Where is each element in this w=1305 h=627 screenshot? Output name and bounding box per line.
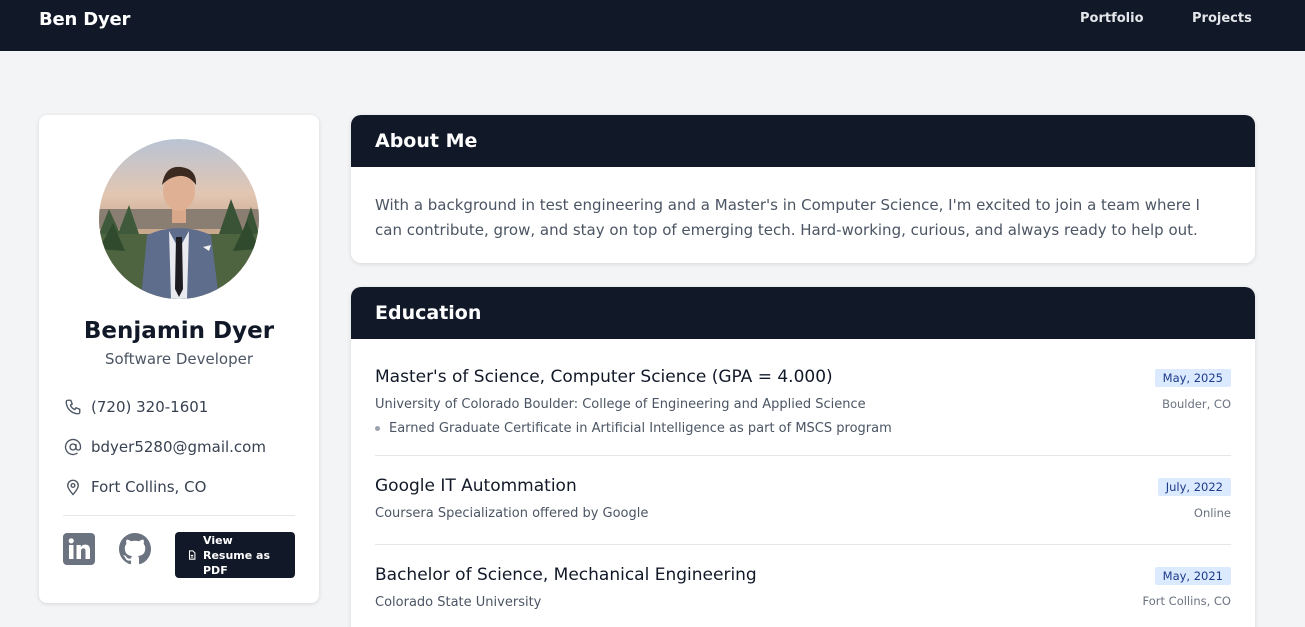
bullet-icon xyxy=(375,426,380,431)
avatar xyxy=(99,139,259,299)
education-date-badge: May, 2025 xyxy=(1154,369,1231,387)
education-degree: Google IT Autommation xyxy=(375,476,577,496)
location-text: Fort Collins, CO xyxy=(91,478,207,496)
profile-card: Benjamin Dyer Software Developer (720) 3… xyxy=(39,115,319,603)
profile-name: Benjamin Dyer xyxy=(83,318,275,344)
about-heading: About Me xyxy=(351,115,1255,167)
top-nav: Ben Dyer Portfolio Projects xyxy=(0,0,1305,51)
education-degree: Master's of Science, Computer Science (G… xyxy=(375,367,833,387)
education-school: University of Colorado Boulder: College … xyxy=(375,397,866,412)
about-text: With a background in test engineering an… xyxy=(375,196,1200,239)
education-note-text: Earned Graduate Certificate in Artificia… xyxy=(389,421,892,436)
education-date-badge: July, 2022 xyxy=(1157,478,1231,496)
education-item: Bachelor of Science, Mechanical Engineer… xyxy=(375,545,1231,627)
file-icon xyxy=(187,550,197,560)
phone-text: (720) 320-1601 xyxy=(91,398,209,416)
education-heading: Education xyxy=(351,287,1255,339)
view-resume-label: View Resume as PDF xyxy=(203,533,271,577)
about-section: About Me With a background in test engin… xyxy=(351,115,1255,263)
profile-title: Software Developer xyxy=(104,350,254,368)
contact-email[interactable]: bdyer5280@gmail.com xyxy=(63,435,266,459)
education-place: Online xyxy=(1193,506,1231,520)
map-pin-icon xyxy=(63,477,83,497)
contact-location: Fort Collins, CO xyxy=(63,475,206,499)
phone-icon xyxy=(63,397,83,417)
at-icon xyxy=(63,437,83,457)
education-date-badge: May, 2021 xyxy=(1154,567,1231,585)
education-school: Colorado State University xyxy=(375,595,542,610)
education-list: Master's of Science, Computer Science (G… xyxy=(351,339,1255,627)
divider xyxy=(63,515,295,516)
view-resume-button[interactable]: View Resume as PDF xyxy=(175,532,295,578)
nav-link-projects[interactable]: Projects xyxy=(1192,11,1252,26)
education-item: Master's of Science, Computer Science (G… xyxy=(375,339,1231,456)
email-text: bdyer5280@gmail.com xyxy=(91,438,266,456)
education-degree: Bachelor of Science, Mechanical Engineer… xyxy=(375,565,757,585)
github-icon[interactable] xyxy=(119,533,151,565)
contact-phone[interactable]: (720) 320-1601 xyxy=(63,395,208,419)
education-note: Earned Graduate Certificate in Artificia… xyxy=(375,421,892,436)
education-place: Fort Collins, CO xyxy=(1142,594,1231,608)
linkedin-icon[interactable] xyxy=(63,533,95,565)
education-section: Education Master's of Science, Computer … xyxy=(351,287,1255,627)
brand-name[interactable]: Ben Dyer xyxy=(39,9,130,30)
education-item: Google IT Autommation Coursera Specializ… xyxy=(375,456,1231,545)
education-school: Coursera Specialization offered by Googl… xyxy=(375,506,649,521)
nav-link-portfolio[interactable]: Portfolio xyxy=(1080,11,1144,26)
education-place: Boulder, CO xyxy=(1162,397,1231,411)
